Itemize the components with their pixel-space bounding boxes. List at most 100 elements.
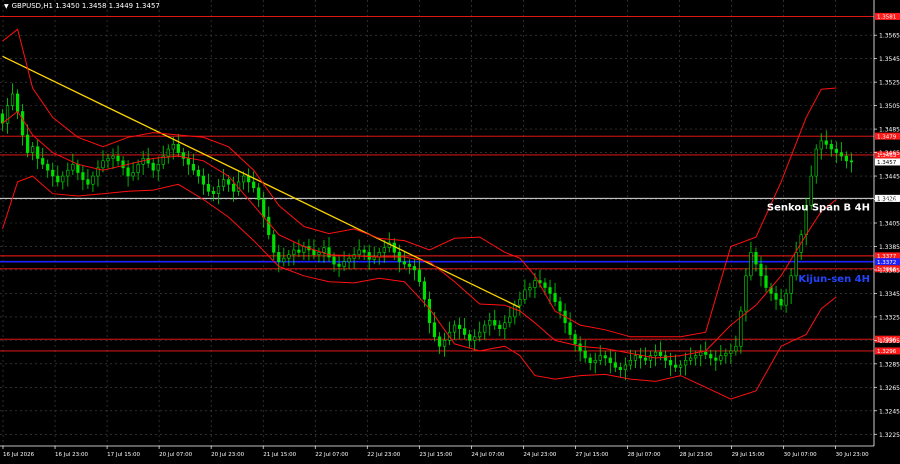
candle-body — [548, 287, 552, 294]
candle-body — [558, 301, 562, 312]
candle-body — [402, 261, 406, 265]
candle-body — [352, 254, 356, 259]
current-price-label: 1.3457 — [877, 160, 897, 166]
candle-body — [789, 275, 793, 294]
x-tick-label: 22 Jul 07:00 — [315, 452, 348, 458]
candle-body — [216, 186, 221, 194]
candle-body — [493, 320, 497, 326]
candle-body — [357, 249, 361, 255]
candle-body — [779, 298, 783, 306]
candle-body — [714, 357, 718, 361]
candle-body — [362, 249, 366, 253]
y-tick-label: 1.3225 — [879, 432, 900, 439]
candle-body — [689, 357, 693, 361]
candle-body — [528, 287, 532, 291]
candle-body — [638, 355, 643, 359]
candle-body — [432, 322, 437, 338]
x-tick-label: 24 Jul 07:00 — [471, 452, 504, 458]
candle-body — [583, 350, 587, 359]
candle-body — [608, 357, 612, 363]
candle-body — [51, 169, 55, 177]
candle-body — [71, 164, 75, 171]
candle-body — [518, 298, 522, 306]
candle-body — [473, 336, 477, 341]
candle-body — [503, 322, 507, 329]
candle-body — [302, 246, 306, 253]
candle-body — [56, 175, 60, 183]
candle-body — [673, 364, 678, 368]
candle-body — [684, 360, 688, 366]
y-tick-label: 1.3265 — [879, 385, 900, 392]
candle-body — [46, 164, 50, 171]
candle-body — [312, 249, 316, 255]
candle-body — [15, 93, 20, 112]
y-tick-label: 1.3545 — [879, 56, 900, 63]
candle-body — [849, 160, 853, 163]
x-tick-label: 20 Jul 23:00 — [211, 452, 244, 458]
candle-body — [211, 191, 216, 194]
candle-body — [422, 281, 427, 300]
candle-body — [111, 155, 115, 159]
candle-body — [61, 175, 65, 183]
level-price-label: 1.3296 — [877, 349, 897, 355]
y-tick-label: 1.3485 — [879, 127, 900, 134]
candle-body — [201, 175, 206, 185]
candle-body — [151, 162, 155, 171]
candle-body — [829, 144, 833, 150]
x-tick-label: 24 Jul 23:00 — [523, 452, 556, 458]
candle-body — [759, 263, 763, 277]
candle-body — [498, 324, 502, 329]
candle-body — [206, 183, 211, 192]
candle-body — [332, 256, 336, 265]
candle-body — [704, 351, 708, 355]
candle-body — [427, 298, 432, 324]
candle-body — [623, 364, 627, 371]
y-tick-label: 1.3305 — [879, 338, 900, 345]
candle-body — [824, 140, 828, 145]
x-tick-label: 20 Jul 07:00 — [159, 452, 192, 458]
candle-body — [156, 164, 160, 171]
candle-body — [553, 293, 557, 302]
candle-body — [242, 175, 246, 183]
y-tick-label: 1.3405 — [879, 221, 900, 228]
candle-body — [513, 304, 517, 318]
candle-body — [252, 181, 256, 189]
candle-body — [764, 275, 768, 288]
candle-body — [166, 148, 170, 157]
candle-body — [221, 179, 226, 187]
candle-body — [573, 334, 577, 345]
y-tick-label: 1.3525 — [879, 80, 900, 87]
candle-body — [347, 257, 351, 263]
candle-body — [729, 350, 733, 354]
chart-area: 1.3581 1.3479 1.3463 1.3426 1.3377 1.3372 1.33… — [0, 0, 900, 460]
candle-body — [21, 111, 25, 136]
candle-body — [483, 324, 487, 333]
candle-body — [588, 357, 592, 363]
candle-body — [66, 169, 70, 177]
candle-body — [679, 364, 683, 368]
candle-body — [196, 169, 201, 177]
candle-body — [478, 331, 482, 338]
candle-body — [488, 320, 492, 326]
candle-body — [568, 322, 572, 335]
candle-body — [76, 164, 80, 173]
candle-body — [844, 155, 848, 162]
candle-body — [618, 367, 622, 371]
triangle-down-icon[interactable]: ▼ — [4, 3, 9, 10]
candle-body — [749, 252, 753, 277]
level-price-label: 1.3372 — [877, 260, 896, 266]
x-tick-label: 29 Jul 15:00 — [732, 452, 765, 458]
candle-body — [648, 355, 653, 361]
candle-body — [508, 316, 512, 324]
candle-body — [322, 247, 326, 253]
candle-body — [106, 158, 110, 162]
candle-body — [643, 357, 648, 361]
candle-body — [598, 355, 602, 361]
candle-body — [744, 275, 748, 312]
candle-body — [694, 355, 698, 359]
candle-body — [463, 328, 467, 335]
candle-body — [342, 261, 346, 267]
candle-body — [754, 252, 758, 265]
candle-body — [226, 179, 231, 185]
candle-body — [437, 336, 442, 347]
